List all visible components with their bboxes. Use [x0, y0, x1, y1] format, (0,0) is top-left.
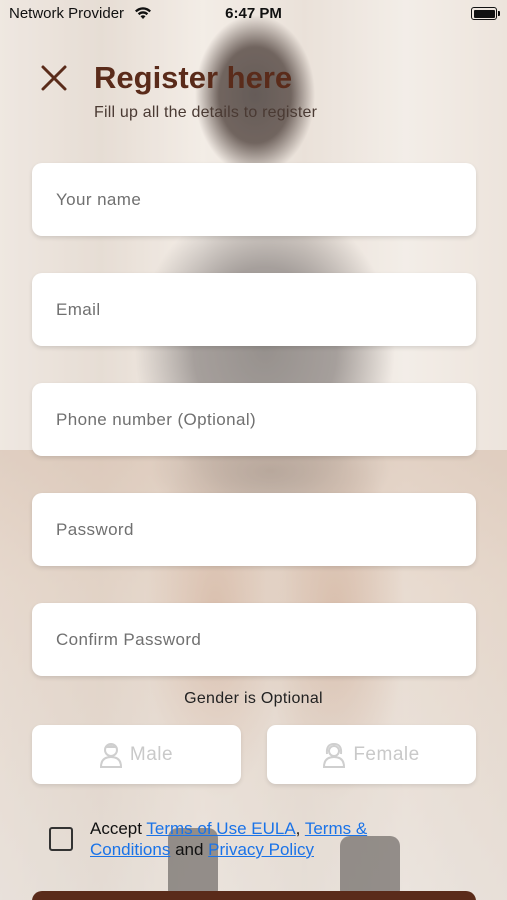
terms-of-use-link[interactable]: Terms of Use EULA [146, 819, 295, 838]
register-button[interactable] [32, 891, 476, 900]
battery-icon [471, 7, 500, 20]
name-input[interactable] [32, 163, 476, 236]
male-avatar-icon [99, 742, 122, 768]
and-label: and [175, 840, 204, 859]
terms-comma: , [295, 819, 301, 838]
status-bar: Network Provider 6:47 PM [0, 0, 507, 28]
confirm-password-input[interactable] [32, 603, 476, 676]
gender-male-button[interactable]: Male [32, 725, 241, 784]
male-label: Male [129, 743, 174, 765]
gender-female-button[interactable]: Female [267, 725, 476, 784]
close-icon [41, 65, 67, 91]
phone-field[interactable] [32, 383, 476, 456]
close-button[interactable] [38, 62, 70, 94]
page-subtitle: Fill up all the details to register [94, 104, 318, 121]
conditions-label: Conditions [90, 840, 171, 859]
privacy-policy-link[interactable]: Privacy Policy [208, 840, 314, 859]
female-avatar-icon [323, 742, 346, 768]
password-input[interactable] [32, 493, 476, 566]
name-field[interactable] [32, 163, 476, 236]
terms-text: Accept Terms of Use EULA, Terms & Conditi… [90, 818, 410, 860]
female-label: Female [353, 743, 420, 765]
email-field[interactable] [32, 273, 476, 346]
confirm-password-field[interactable] [32, 603, 476, 676]
accept-label: Accept [90, 819, 142, 838]
password-field[interactable] [32, 493, 476, 566]
email-input[interactable] [32, 273, 476, 346]
terms-and-label: Terms & [304, 819, 368, 838]
clock: 6:47 PM [225, 5, 282, 22]
phone-input[interactable] [32, 383, 476, 456]
page-title: Register here [94, 60, 293, 95]
accept-terms-checkbox[interactable] [49, 827, 73, 851]
gender-label: Gender is Optional [184, 690, 323, 707]
